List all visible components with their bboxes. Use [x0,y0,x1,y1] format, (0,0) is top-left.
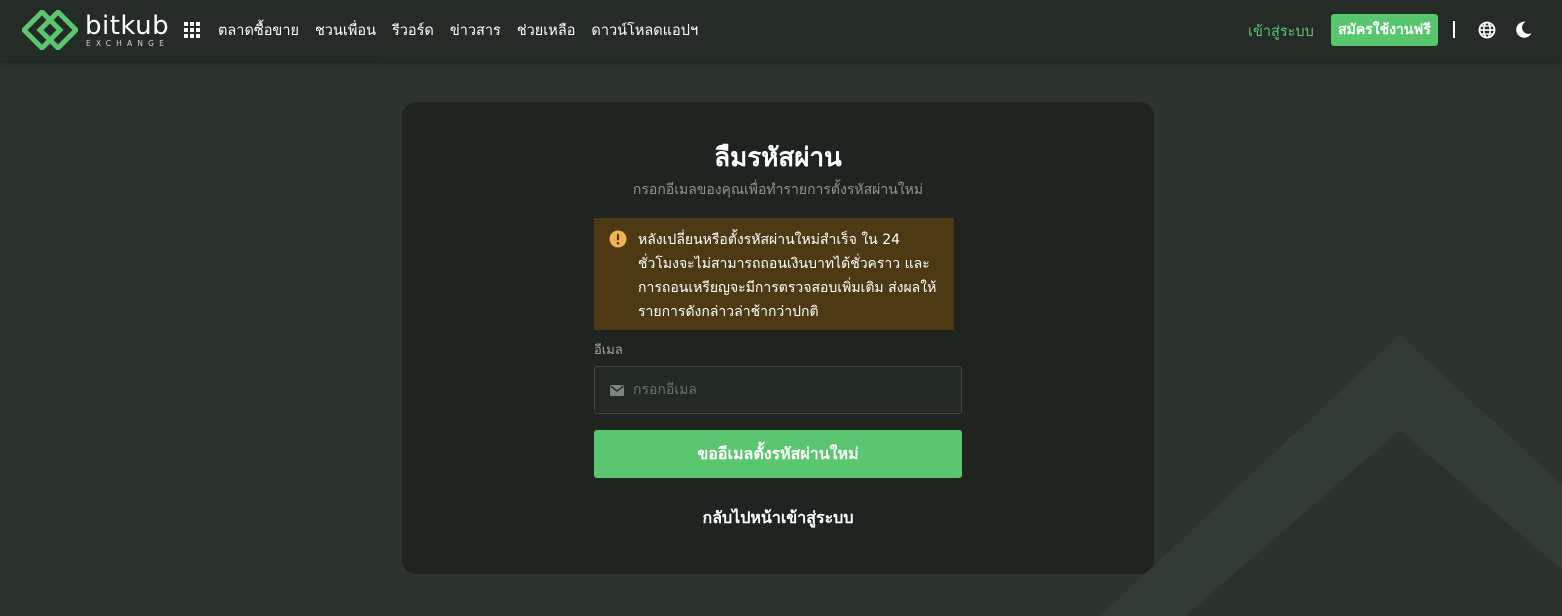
exclamation-circle-icon [609,230,627,248]
envelope-icon [610,385,624,396]
nav-help[interactable]: ช่วยเหลือ [517,19,576,42]
request-reset-email-button[interactable]: ขออีเมลตั้งรหัสผ่านใหม่ [594,430,962,478]
main-nav: ตลาดซื้อขาย ชวนเพื่อน รีวอร์ด ข่าวสาร ช่… [218,0,698,61]
email-input[interactable] [633,367,953,413]
bitkub-logo-mark [22,10,78,50]
moon-icon[interactable] [1516,21,1532,38]
nav-rewards[interactable]: รีวอร์ด [392,19,434,42]
back-to-login-link[interactable]: กลับไปหน้าเข้าสู่ระบบ [402,506,1154,530]
grid-icon[interactable] [184,22,200,38]
warning-text: หลังเปลี่ยนหรือตั้งรหัสผ่านใหม่สำเร็จ ใน… [638,232,937,320]
nav-divider [1453,21,1455,38]
forgot-password-card: ลืมรหัสผ่าน กรอกอีเมลของคุณเพื่อทำรายการ… [402,102,1154,574]
globe-icon[interactable] [1478,21,1496,39]
email-label: อีเมล [594,343,623,358]
bitkub-logo[interactable]: bitkub EXCHANGE [22,10,170,50]
signup-button[interactable]: สมัครใช้งานฟรี [1331,14,1438,46]
nav-market[interactable]: ตลาดซื้อขาย [218,19,299,42]
top-navbar: bitkub EXCHANGE ตลาดซื้อขาย ชวนเพื่อน รี… [0,0,1562,61]
login-link[interactable]: เข้าสู่ระบบ [1248,20,1314,43]
nav-news[interactable]: ข่าวสาร [450,19,501,42]
nav-download-app[interactable]: ดาวน์โหลดแอปฯ [591,19,698,42]
email-field[interactable] [594,366,962,414]
page-title: ลืมรหัสผ่าน [714,143,842,173]
nav-referral[interactable]: ชวนเพื่อน [315,19,376,42]
page-subtitle: กรอกอีเมลของคุณเพื่อทำรายการตั้งรหัสผ่าน… [632,182,924,198]
logo-wordmark: bitkub [85,11,170,41]
warning-alert: หลังเปลี่ยนหรือตั้งรหัสผ่านใหม่สำเร็จ ใน… [594,218,954,330]
logo-subtitle: EXCHANGE [86,39,170,48]
